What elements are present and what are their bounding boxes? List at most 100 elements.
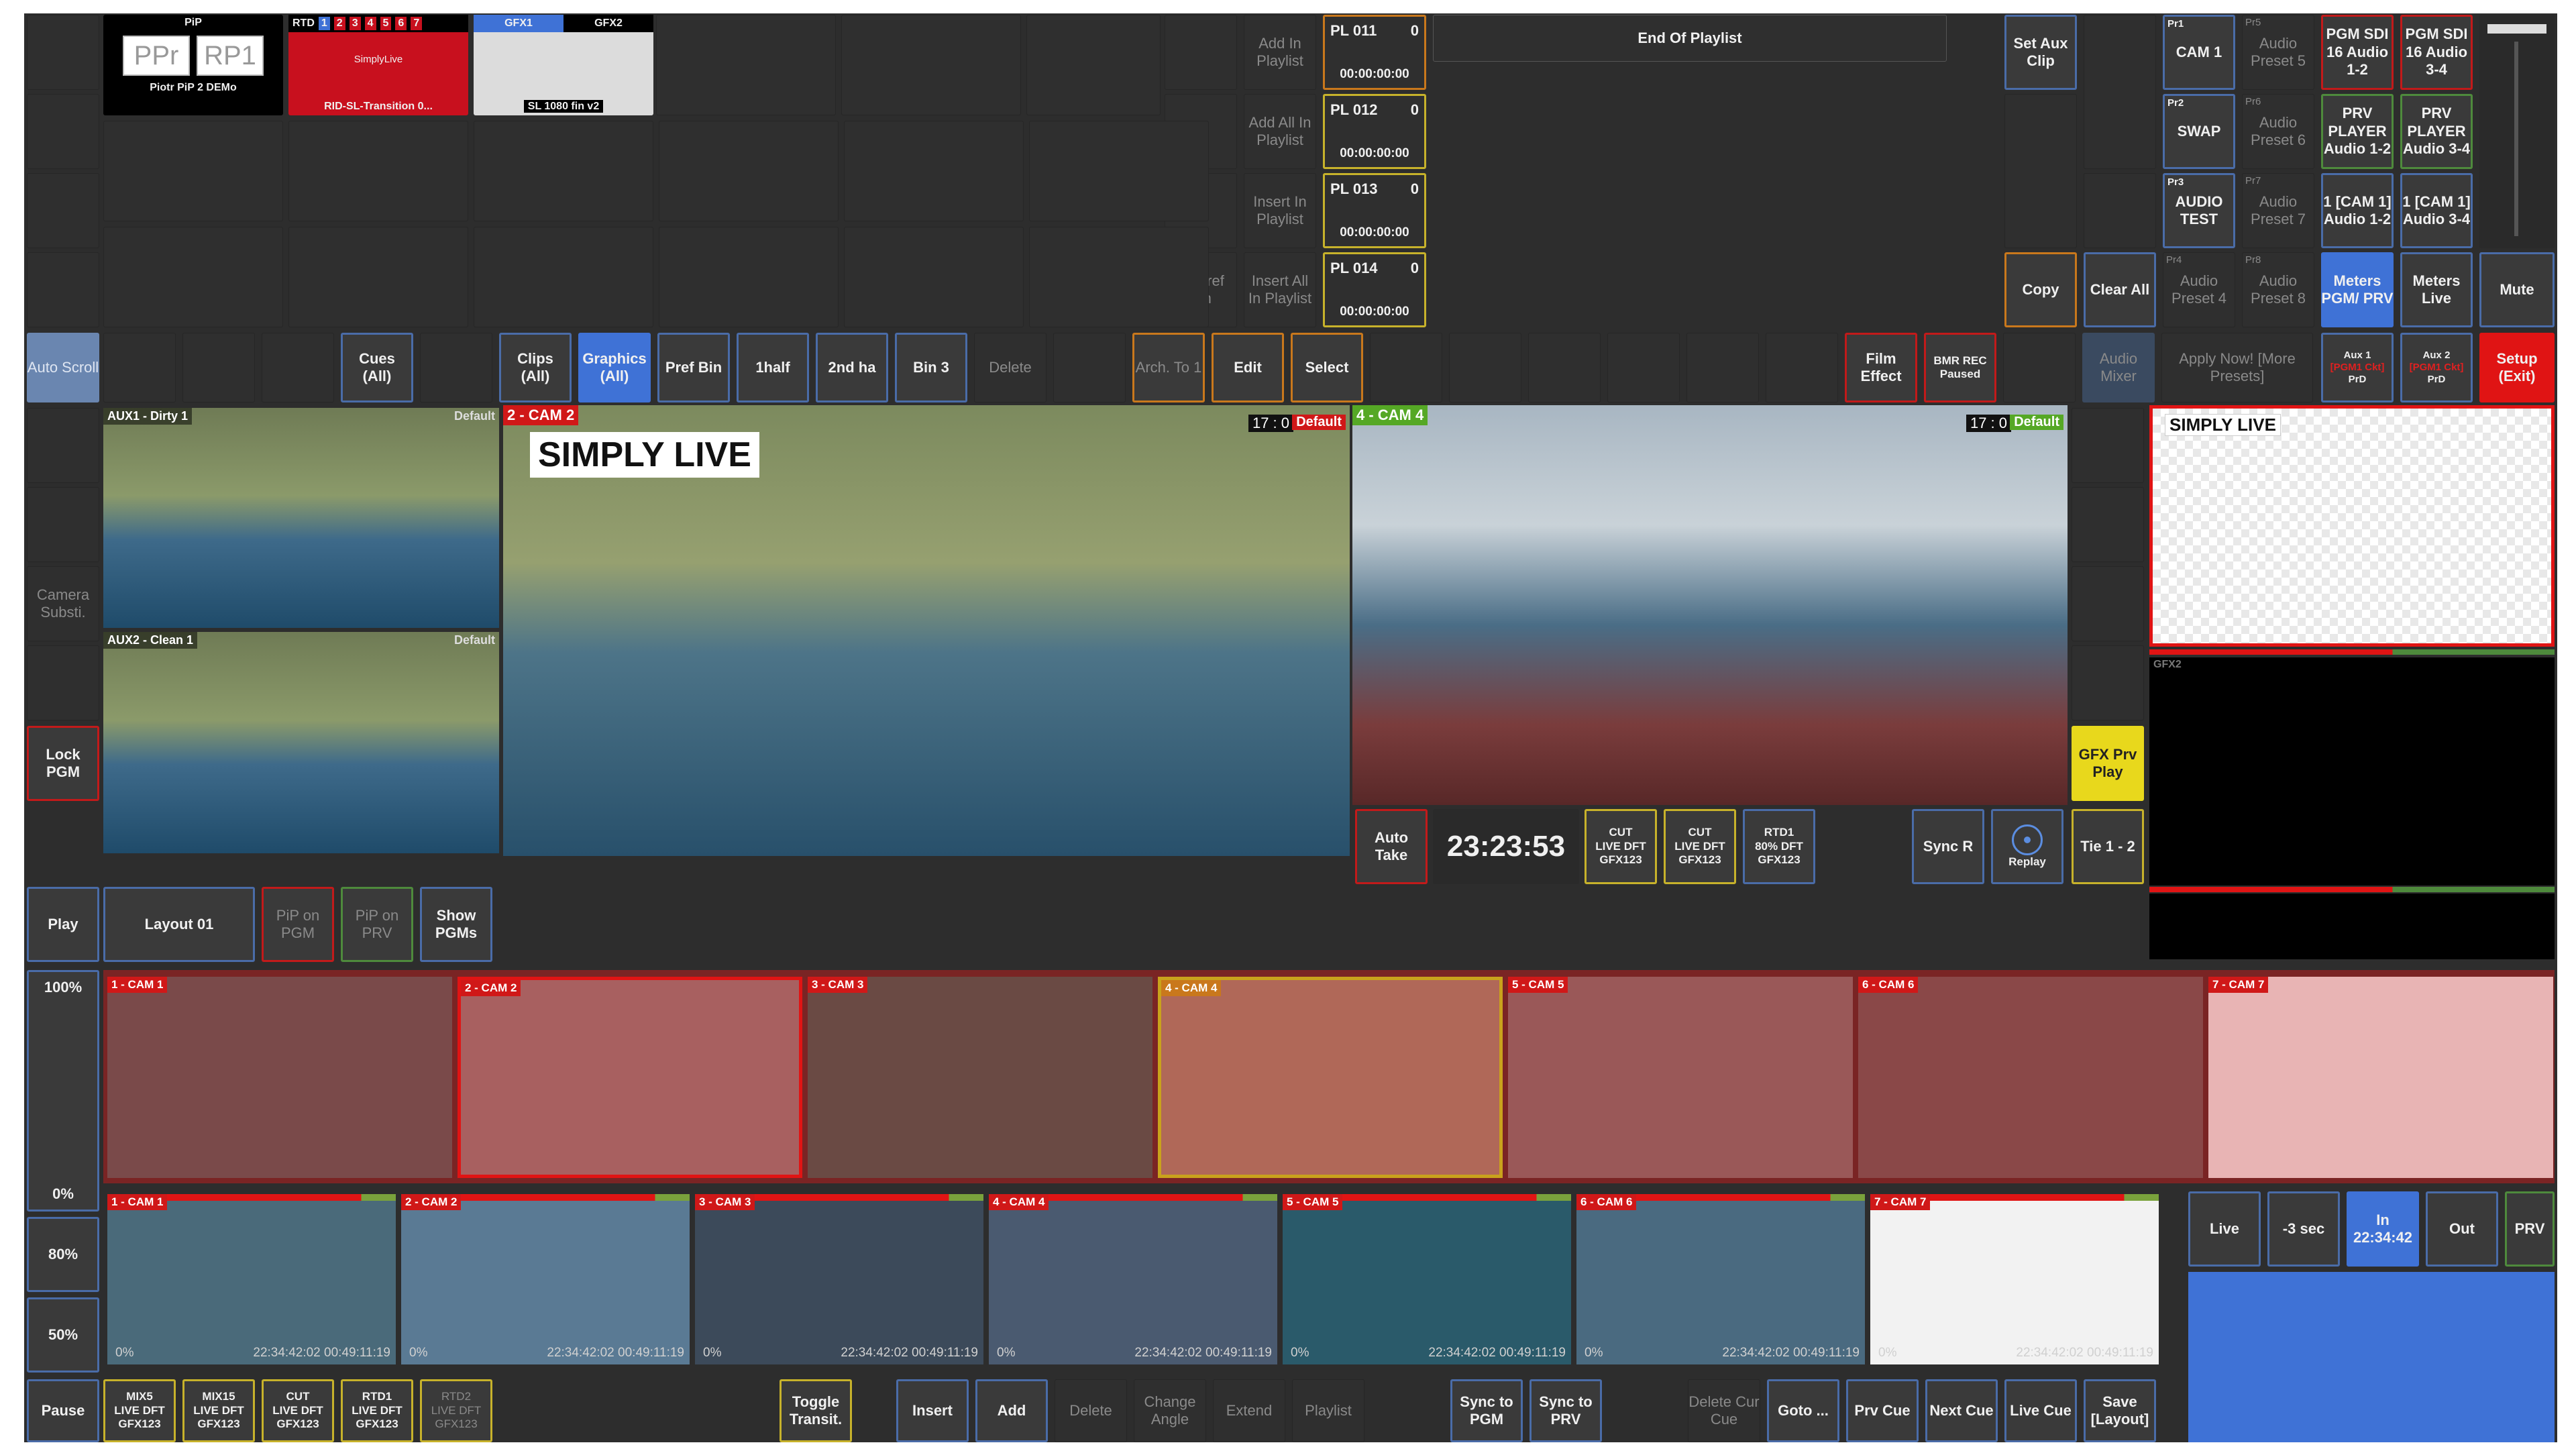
bin-slot[interactable]: [288, 227, 468, 327]
prv-button[interactable]: PRV: [2505, 1191, 2555, 1267]
rtd-tile[interactable]: RTD 1 2 3 4 5 6 7 SimplyLive RID-SL-Tran…: [288, 15, 468, 115]
audio-route-button[interactable]: 1 [CAM 1] Audio 1-2: [2321, 173, 2394, 248]
auto-scroll-button[interactable]: Auto Scroll: [27, 333, 99, 402]
audio-mixer-button[interactable]: Audio Mixer: [2082, 333, 2155, 402]
setup-exit-button[interactable]: Setup (Exit): [2479, 333, 2555, 402]
bin-1half-button[interactable]: 1half: [737, 333, 809, 402]
cam-thumb-bottom[interactable]: 6 - CAM 6 0% 22:34:42:02 00:49:11:19: [1576, 1194, 1865, 1364]
audio-fader[interactable]: [2479, 15, 2555, 248]
bin-slot[interactable]: [1029, 227, 1209, 327]
bin-slot[interactable]: [1029, 121, 1209, 221]
bmr-rec-button[interactable]: BMR REC Paused: [1924, 333, 1996, 402]
pip-on-pgm-button[interactable]: PiP on PGM: [262, 887, 334, 962]
bin-slot[interactable]: [844, 121, 1024, 221]
goto-button[interactable]: Goto ...: [1767, 1379, 1839, 1442]
audio-route-button[interactable]: PRV PLAYER Audio 1-2: [2321, 94, 2394, 169]
preset-button[interactable]: Pr3 AUDIO TEST: [2163, 173, 2235, 248]
cam-thumb-top[interactable]: 3 - CAM 3: [808, 977, 1152, 1178]
sync-to-prv-button[interactable]: Sync to PRV: [1529, 1379, 1602, 1442]
fader-handle[interactable]: [2487, 24, 2546, 34]
film-effect-button[interactable]: Film Effect: [1845, 333, 1917, 402]
audio-route-button[interactable]: PGM SDI 16 Audio 1-2: [2321, 15, 2394, 90]
program-monitor-cam2[interactable]: 2 - CAM 2 SIMPLY LIVE 17 : 0 Default: [503, 405, 1350, 856]
bin-slot[interactable]: [659, 227, 839, 327]
gfx-tile[interactable]: GFX1 GFX2 SL 1080 fin v2: [474, 15, 653, 115]
bin-slot[interactable]: [288, 121, 468, 221]
effect-button[interactable]: RTD1 80% DFT GFX123: [1743, 809, 1815, 884]
bin-3-button[interactable]: Bin 3: [895, 333, 967, 402]
transition-effect-button[interactable]: MIX5 LIVE DFT GFX123: [103, 1379, 176, 1442]
add-button[interactable]: Add: [975, 1379, 1048, 1442]
bin-slot[interactable]: [841, 15, 1021, 115]
cam-thumb-bottom[interactable]: 7 - CAM 7 0% 22:34:42:02 00:49:11:19: [1870, 1194, 2159, 1364]
audio-route-button[interactable]: PRV PLAYER Audio 3-4: [2400, 94, 2473, 169]
bin-slot[interactable]: [659, 121, 839, 221]
cam-thumb-bottom[interactable]: 2 - CAM 2 0% 22:34:42:02 00:49:11:19: [401, 1194, 690, 1364]
cam-thumb-top[interactable]: 4 - CAM 4: [1158, 977, 1503, 1178]
preset-button[interactable]: Pr6 Audio Preset 6: [2242, 94, 2314, 169]
apply-now-button[interactable]: Apply Now! [More Presets]: [2161, 333, 2313, 402]
playlist-button[interactable]: Playlist: [1292, 1379, 1364, 1442]
cam-thumb-top[interactable]: 5 - CAM 5: [1508, 977, 1853, 1178]
sync-r-button[interactable]: Sync R: [1912, 809, 1984, 884]
show-pgms-button[interactable]: Show PGMs: [420, 887, 492, 962]
clips-all-button[interactable]: Clips (All): [499, 333, 572, 402]
gfx-tab-2[interactable]: GFX2: [564, 15, 653, 32]
playlist-entry[interactable]: PL 013 0 00:00:00:00: [1323, 173, 1426, 248]
sync-to-pgm-button[interactable]: Sync to PGM: [1450, 1379, 1523, 1442]
in-button[interactable]: In 22:34:42: [2347, 1191, 2419, 1267]
speed-50-button[interactable]: 50%: [27, 1297, 99, 1373]
aux2-monitor[interactable]: AUX2 - Clean 1 Default: [103, 632, 499, 853]
aux2-button[interactable]: Aux 2 [PGM1 Ckt] PrD: [2400, 333, 2473, 402]
transition-effect-button[interactable]: RTD2 LIVE DFT GFX123: [420, 1379, 492, 1442]
next-cue-button[interactable]: Next Cue: [1925, 1379, 1998, 1442]
cam-thumb-top[interactable]: 1 - CAM 1: [107, 977, 452, 1178]
playlist-entry[interactable]: PL 011 0 00:00:00:00: [1323, 15, 1426, 90]
edit-button[interactable]: Edit: [1212, 333, 1284, 402]
replay-button[interactable]: Replay: [1991, 809, 2063, 884]
bin-slot[interactable]: [474, 121, 653, 221]
cam-thumb-bottom[interactable]: 4 - CAM 4 0% 22:34:42:02 00:49:11:19: [989, 1194, 1277, 1364]
aux1-button[interactable]: Aux 1 [PGM1 Ckt] PrD: [2321, 333, 2394, 402]
preset-button[interactable]: Pr4 Audio Preset 4: [2163, 252, 2235, 327]
graphics-preview[interactable]: SIMPLY LIVE: [2149, 405, 2555, 647]
lock-pgm-button[interactable]: Lock PGM: [27, 726, 99, 801]
transition-effect-button[interactable]: CUT LIVE DFT GFX123: [262, 1379, 334, 1442]
cam-thumb-top[interactable]: 7 - CAM 7: [2208, 977, 2553, 1178]
prv-cue-button[interactable]: Prv Cue: [1846, 1379, 1919, 1442]
bin-slot[interactable]: [656, 15, 836, 115]
layout-button[interactable]: Layout 01: [103, 887, 255, 962]
bin-2nd-half-button[interactable]: 2nd ha: [816, 333, 888, 402]
gfx-tab-1[interactable]: GFX1: [474, 15, 564, 32]
preset-button[interactable]: Pr8 Audio Preset 8: [2242, 252, 2314, 327]
preset-button[interactable]: Pr5 Audio Preset 5: [2242, 15, 2314, 90]
bin-slot[interactable]: [474, 227, 653, 327]
archive-to-button[interactable]: Arch. To 1: [1132, 333, 1205, 402]
preview-monitor-cam4[interactable]: 4 - CAM 4 17 : 0 Default: [1352, 405, 2068, 805]
delete-cur-cue-button[interactable]: Delete Cur Cue: [1688, 1379, 1760, 1442]
live-button[interactable]: Live: [2188, 1191, 2261, 1267]
audio-route-button[interactable]: PGM SDI 16 Audio 3-4: [2400, 15, 2473, 90]
graphics-all-button[interactable]: Graphics (All): [578, 333, 651, 402]
preset-button[interactable]: Pr1 CAM 1: [2163, 15, 2235, 90]
meters-live-button[interactable]: Meters Live: [2400, 252, 2473, 327]
copy-button[interactable]: Copy: [2004, 252, 2077, 327]
toggle-transition-button[interactable]: Toggle Transit.: [780, 1379, 852, 1442]
playlist-entry[interactable]: PL 014 0 00:00:00:00: [1323, 252, 1426, 327]
effect-button[interactable]: CUT LIVE DFT GFX123: [1585, 809, 1657, 884]
insert-in-playlist-button[interactable]: Insert In Playlist: [1244, 173, 1316, 248]
change-angle-button[interactable]: Change Angle: [1134, 1379, 1206, 1442]
delete-clip-button[interactable]: Delete: [1055, 1379, 1127, 1442]
meters-pgm-button[interactable]: Meters PGM/ PRV: [2321, 252, 2394, 327]
transition-effect-button[interactable]: RTD1 LIVE DFT GFX123: [341, 1379, 413, 1442]
cam-thumb-top[interactable]: 2 - CAM 2: [458, 977, 802, 1178]
transition-effect-button[interactable]: MIX15 LIVE DFT GFX123: [182, 1379, 255, 1442]
save-layout-button[interactable]: Save [Layout]: [2084, 1379, 2156, 1442]
select-button[interactable]: Select: [1291, 333, 1363, 402]
bin-slot[interactable]: [103, 121, 283, 221]
extend-button[interactable]: Extend: [1213, 1379, 1285, 1442]
preset-button[interactable]: Pr2 SWAP: [2163, 94, 2235, 169]
cam-thumb-bottom[interactable]: 1 - CAM 1 0% 22:34:42:02 00:49:11:19: [107, 1194, 396, 1364]
cam-thumb-top[interactable]: 6 - CAM 6: [1858, 977, 2203, 1178]
bin-slot[interactable]: [1026, 15, 1161, 115]
